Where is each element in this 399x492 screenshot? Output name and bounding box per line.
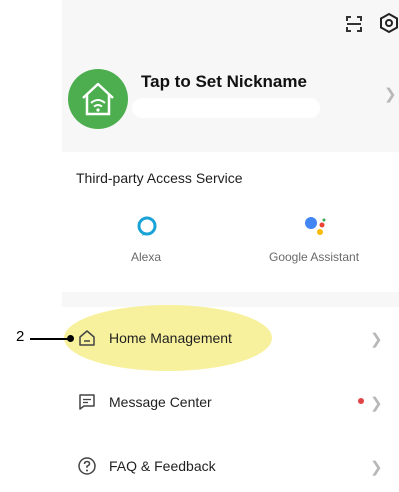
chevron-right-icon: ❯ <box>370 459 383 476</box>
callout-dot <box>67 335 74 342</box>
menu-item-label: Message Center <box>109 394 212 410</box>
nickname-subtitle-field <box>132 98 320 118</box>
settings-icon[interactable] <box>378 12 399 34</box>
callout-line <box>30 338 68 340</box>
home-icon <box>79 330 95 346</box>
chevron-right-icon: ❯ <box>370 395 383 412</box>
chevron-right-icon: ❯ <box>370 331 383 348</box>
nickname-label[interactable]: Tap to Set Nickname <box>141 72 307 92</box>
home-wifi-icon <box>82 82 114 116</box>
message-icon <box>79 394 95 410</box>
notification-dot <box>358 398 364 404</box>
google-assistant-icon <box>305 217 326 235</box>
service-label: Google Assistant <box>269 250 360 264</box>
avatar[interactable] <box>68 69 128 129</box>
menu-item-label: Home Management <box>109 330 232 346</box>
help-icon <box>78 457 96 475</box>
scan-icon[interactable] <box>343 13 365 35</box>
profile-chevron-icon[interactable]: ❯ <box>384 85 397 103</box>
callout-number: 2 <box>16 328 25 345</box>
third-party-title: Third-party Access Service <box>76 170 243 186</box>
menu-item-label: FAQ & Feedback <box>109 458 216 474</box>
service-label: Alexa <box>131 250 162 264</box>
alexa-icon <box>137 216 157 236</box>
